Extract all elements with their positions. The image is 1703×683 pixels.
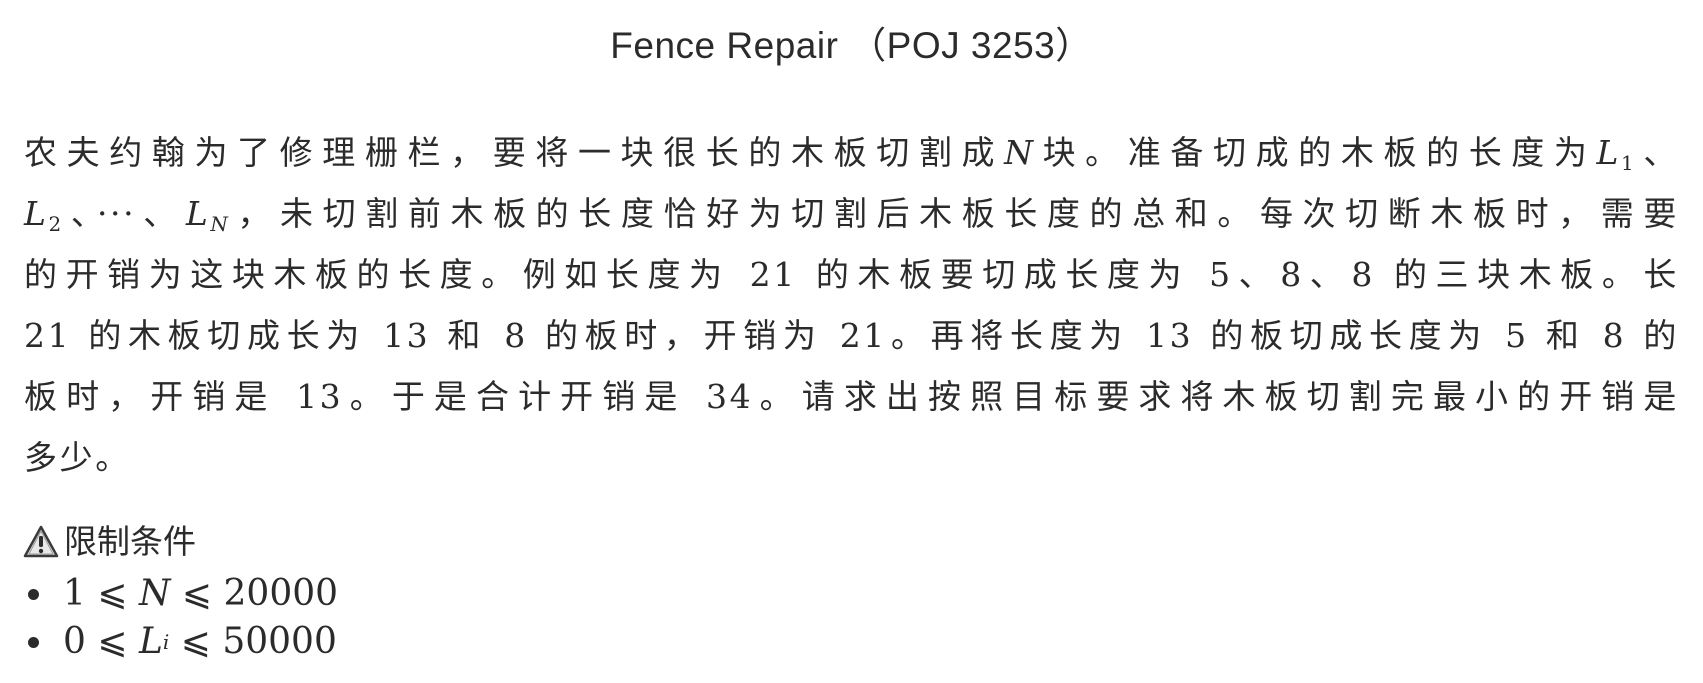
bullet-icon [28, 588, 39, 600]
page-title: Fence Repair （POJ 3253） [610, 25, 1093, 66]
variable-n: N [1004, 133, 1036, 172]
constraints-list: 1 ⩽ N ⩽ 20000 0 ⩽ Li ⩽ 50000 [28, 570, 338, 666]
problem-description: 农夫约翰为了修理栅栏，要将一块很长的木板切割成N块。准备切成的木板的长度为L1、… [24, 122, 1679, 488]
constraints-heading: 限制条件 [22, 518, 196, 566]
warning-icon [22, 524, 60, 560]
paragraph-line: 农夫约翰为了修理栅栏，要将一块很长的木板切割成N块。准备切成的木板的长度为L1、 [24, 133, 1679, 175]
bullet-icon [28, 636, 39, 648]
variable-ln: L [185, 194, 211, 233]
paragraph-line: 板时，开销是 13。于是合计开销是 34。请求出按照目标要求将木板切割完最小的开… [24, 377, 1679, 416]
constraint-item: 1 ⩽ N ⩽ 20000 [28, 570, 338, 618]
constraint-item: 0 ⩽ Li ⩽ 50000 [28, 618, 338, 666]
paragraph-line: L2、···、LN，未切割前木板的长度恰好为切割后木板长度的总和。每次切断木板时… [24, 194, 1679, 236]
variable-l2: L [24, 194, 49, 233]
variable-l1: L [1596, 133, 1622, 172]
paragraph-line: 多少。 [24, 438, 131, 477]
paragraph-line: 的开销为这块木板的长度。例如长度为 21 的木板要切成长度为 5、8、8 的三块… [24, 255, 1679, 294]
constraints-heading-label: 限制条件 [64, 522, 196, 561]
paragraph-line: 21 的木板切成长为 13 和 8 的板时，开销为 21。再将长度为 13 的板… [24, 316, 1679, 355]
